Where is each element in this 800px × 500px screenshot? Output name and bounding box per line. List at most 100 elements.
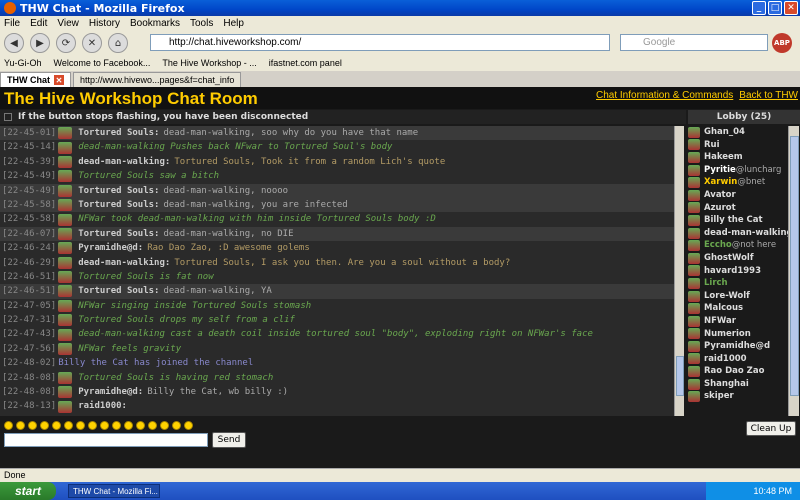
- search-input[interactable]: Google: [620, 34, 768, 51]
- user-avatar-icon: [688, 214, 700, 226]
- smiley-icon[interactable]: [112, 421, 121, 430]
- lobby-user[interactable]: Eccho @not here: [688, 239, 788, 252]
- lobby-user[interactable]: Billy the Cat: [688, 214, 788, 227]
- smiley-icon[interactable]: [100, 421, 109, 430]
- lobby-user[interactable]: Xarwin @bnet: [688, 176, 788, 189]
- smiley-icon[interactable]: [124, 421, 133, 430]
- message-author[interactable]: Tortured Souls:: [78, 198, 159, 212]
- lobby-user[interactable]: Rao Dao Zao: [688, 365, 788, 378]
- menu-help[interactable]: Help: [223, 18, 244, 29]
- close-tab-icon[interactable]: ✕: [54, 75, 64, 85]
- menu-tools[interactable]: Tools: [190, 18, 213, 29]
- lobby-user[interactable]: skiper: [688, 390, 788, 403]
- message-input[interactable]: [4, 433, 208, 447]
- smiley-icon[interactable]: [160, 421, 169, 430]
- adblock-button[interactable]: ABP: [772, 33, 792, 53]
- taskbar-item-firefox[interactable]: THW Chat - Mozilla Fi...: [68, 484, 160, 498]
- lobby-user[interactable]: Pyritie @luncharg: [688, 164, 788, 177]
- lobby-user-name: Lore-Wolf: [704, 290, 750, 301]
- lobby-user[interactable]: GhostWolf: [688, 252, 788, 265]
- message-author[interactable]: Tortured Souls:: [78, 227, 159, 241]
- lobby-user-name: Malcous: [704, 303, 744, 314]
- message-author[interactable]: Tortured Souls:: [78, 284, 159, 298]
- smiley-icon[interactable]: [28, 421, 37, 430]
- smiley-icon[interactable]: [52, 421, 61, 430]
- forward-button[interactable]: ▶: [30, 33, 50, 53]
- message-author[interactable]: dead-man-walking:: [78, 155, 170, 169]
- close-button[interactable]: ✕: [784, 1, 798, 15]
- browser-tab[interactable]: http://www.hivewo...pages&f=chat_info: [73, 72, 242, 87]
- lobby-user-name: GhostWolf: [704, 252, 754, 263]
- smiley-icon[interactable]: [40, 421, 49, 430]
- lobby-user[interactable]: Lore-Wolf: [688, 290, 788, 303]
- stop-button[interactable]: ✕: [82, 33, 102, 53]
- chat-info-link[interactable]: Chat Information & Commands: [596, 90, 733, 101]
- message-author[interactable]: dead-man-walking:: [78, 256, 170, 270]
- message-text: dead-man-walking, soo why do you have th…: [163, 128, 419, 138]
- message-author[interactable]: Tortured Souls:: [78, 126, 159, 140]
- chat-message: [22-45-49] Tortured Souls saw a bitch: [0, 169, 674, 183]
- bookmark-item[interactable]: Welcome to Facebook...: [54, 58, 151, 68]
- user-avatar-icon: [58, 213, 73, 226]
- back-to-thw-link[interactable]: Back to THW: [739, 90, 798, 101]
- browser-tab[interactable]: THW Chat ✕: [0, 72, 71, 87]
- back-button[interactable]: ◀: [4, 33, 24, 53]
- notice-text: If the button stops flashing, you have b…: [18, 112, 309, 122]
- clean-up-button[interactable]: Clean Up: [746, 421, 796, 436]
- lobby-scrollbar[interactable]: [788, 126, 799, 416]
- message-author[interactable]: Pyramidhe@d:: [78, 241, 143, 255]
- reload-button[interactable]: ⟳: [56, 33, 76, 53]
- lobby-user[interactable]: Malcous: [688, 302, 788, 315]
- lobby-user-name: Xarwin: [704, 177, 738, 188]
- smiley-icon[interactable]: [88, 421, 97, 430]
- lobby-user[interactable]: Hakeem: [688, 151, 788, 164]
- lobby-user[interactable]: Shanghai: [688, 378, 788, 391]
- maximize-button[interactable]: □: [768, 1, 782, 15]
- lobby-user[interactable]: Pyramidhe@d: [688, 340, 788, 353]
- lobby-user[interactable]: Numerion: [688, 328, 788, 341]
- lobby-user[interactable]: Avator: [688, 189, 788, 202]
- smiley-icon[interactable]: [136, 421, 145, 430]
- menu-file[interactable]: File: [4, 18, 20, 29]
- bookmark-item[interactable]: ifastnet.com panel: [269, 58, 342, 68]
- home-button[interactable]: ⌂: [108, 33, 128, 53]
- menu-bookmarks[interactable]: Bookmarks: [130, 18, 180, 29]
- chat-message: [22-46-07] Tortured Souls: dead-man-walkin…: [0, 226, 674, 242]
- lobby-user[interactable]: dead-man-walking: [688, 227, 788, 240]
- chat-page: The Hive Workshop Chat Room Chat Informa…: [0, 87, 800, 468]
- lobby-user-name: NFWar: [704, 315, 736, 326]
- user-avatar-icon: [688, 227, 700, 239]
- message-author[interactable]: raid1000:: [78, 399, 127, 413]
- message-text: dead-man-walking, no DIE: [163, 228, 294, 239]
- smiley-icon[interactable]: [184, 421, 193, 430]
- smiley-icon[interactable]: [76, 421, 85, 430]
- smiley-icon[interactable]: [4, 421, 13, 430]
- smiley-icon[interactable]: [172, 421, 181, 430]
- smiley-icon[interactable]: [148, 421, 157, 430]
- smiley-icon[interactable]: [16, 421, 25, 430]
- send-button[interactable]: Send: [212, 432, 246, 448]
- user-avatar-icon: [58, 127, 73, 140]
- lobby-user[interactable]: Lirch: [688, 277, 788, 290]
- lobby-user[interactable]: raid1000: [688, 353, 788, 366]
- chat-scrollbar[interactable]: [674, 126, 684, 416]
- user-avatar-icon: [688, 315, 700, 327]
- lobby-user[interactable]: NFWar: [688, 315, 788, 328]
- lobby-user-name: dead-man-walking: [704, 227, 788, 238]
- message-author[interactable]: Pyramidhe@d:: [78, 385, 143, 399]
- lobby-user[interactable]: Ghan_04: [688, 126, 788, 139]
- start-button[interactable]: start: [0, 482, 56, 500]
- lobby-user[interactable]: Azurot: [688, 202, 788, 215]
- bookmark-item[interactable]: Yu-Gi-Oh: [4, 58, 42, 68]
- menu-edit[interactable]: Edit: [30, 18, 47, 29]
- smiley-icon[interactable]: [64, 421, 73, 430]
- menu-history[interactable]: History: [89, 18, 120, 29]
- lobby-user[interactable]: havard1993: [688, 265, 788, 278]
- message-author[interactable]: Tortured Souls:: [78, 184, 159, 198]
- bookmark-item[interactable]: The Hive Workshop - ...: [162, 58, 256, 68]
- url-bar[interactable]: http://chat.hiveworkshop.com/: [150, 34, 610, 51]
- lobby-user[interactable]: Rui: [688, 139, 788, 152]
- minimize-button[interactable]: _: [752, 1, 766, 15]
- chat-message: [22-46-51] Tortured Souls: dead-man-walkin…: [0, 284, 674, 299]
- menu-view[interactable]: View: [57, 18, 79, 29]
